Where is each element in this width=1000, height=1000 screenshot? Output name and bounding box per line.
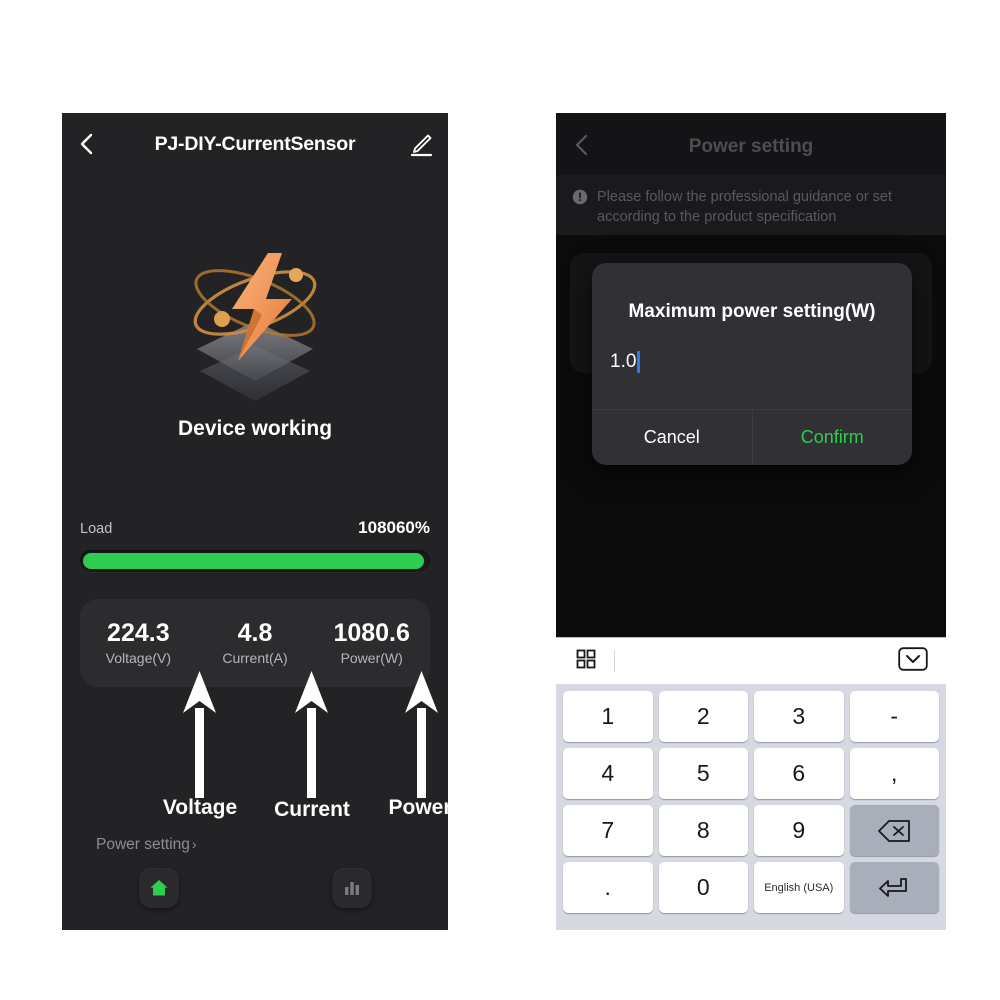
metrics-card: 224.3 Voltage(V) 4.8 Current(A) 1080.6 P…	[80, 599, 430, 687]
key-7[interactable]: 7	[563, 805, 653, 856]
metric-power: 1080.6 Power(W)	[313, 618, 430, 667]
right-header-bar: Power setting	[556, 113, 946, 175]
numeric-keyboard: 1 2 3 - 4 5 6 , 7 8 9 . 0 English (USA)	[556, 637, 946, 930]
backspace-icon	[878, 819, 911, 842]
page-title: Power setting	[688, 136, 814, 157]
load-label: Load	[80, 521, 113, 537]
page-title: PJ-DIY-CurrentSensor	[154, 132, 356, 155]
text-caret	[637, 351, 640, 373]
notice-banner: Please follow the professional guidance …	[556, 175, 946, 235]
pencil-edit-icon[interactable]	[408, 133, 434, 157]
bottom-nav	[62, 860, 448, 916]
key-9[interactable]: 9	[754, 805, 844, 856]
key-6[interactable]: 6	[754, 748, 844, 799]
key-1[interactable]: 1	[563, 691, 653, 742]
apps-grid-icon[interactable]	[576, 649, 596, 674]
metric-value: 224.3	[107, 618, 170, 647]
key-5[interactable]: 5	[658, 748, 748, 799]
key-0[interactable]: 0	[658, 862, 748, 913]
toolbar-divider	[614, 650, 615, 672]
keyboard-row: 4 5 6 ,	[560, 745, 942, 802]
info-exclamation-icon	[572, 189, 588, 235]
key-language[interactable]: English (USA)	[754, 862, 844, 913]
annotation-label-current: Current	[274, 798, 350, 821]
home-icon	[150, 880, 167, 896]
annotation-label-power: Power	[388, 796, 448, 819]
metric-label: Power(W)	[340, 650, 403, 667]
metric-label: Voltage(V)	[105, 650, 172, 667]
max-power-dialog: Maximum power setting(W) 1.0 Cancel Conf…	[592, 263, 912, 465]
phone-screen-power-setting: Power setting Please follow the professi…	[556, 113, 946, 930]
key-backspace[interactable]	[849, 805, 939, 856]
load-progress-bar	[80, 550, 430, 572]
load-progress-fill	[83, 553, 424, 569]
key-2[interactable]: 2	[658, 691, 748, 742]
key-minus[interactable]: -	[849, 691, 939, 742]
key-8[interactable]: 8	[658, 805, 748, 856]
cancel-button[interactable]: Cancel	[592, 410, 752, 465]
nav-item-home[interactable]	[62, 860, 255, 916]
nav-item-statistics[interactable]	[255, 860, 448, 916]
chevron-right-icon: ›	[191, 836, 197, 852]
key-3[interactable]: 3	[754, 691, 844, 742]
hide-keyboard-chevron-down-icon[interactable]	[898, 646, 928, 676]
key-period[interactable]: .	[563, 862, 653, 913]
keyboard-toolbar	[556, 637, 946, 684]
bar-chart-icon	[344, 882, 359, 895]
power-setting-link[interactable]: Power setting ›	[96, 836, 197, 854]
max-power-input-value: 1.0	[610, 351, 637, 372]
device-status-text: Device working	[177, 417, 333, 440]
max-power-input[interactable]: 1.0	[592, 323, 912, 409]
keyboard-row: . 0 English (USA)	[560, 859, 942, 916]
key-4[interactable]: 4	[563, 748, 653, 799]
confirm-button[interactable]: Confirm	[751, 410, 913, 465]
phone-screen-device-detail: PJ-DIY-CurrentSensor Device working Load…	[62, 113, 448, 930]
hero-illustration	[62, 241, 448, 431]
left-header-bar: PJ-DIY-CurrentSensor	[62, 113, 448, 175]
load-value: 108060%	[358, 518, 430, 537]
key-comma[interactable]: ,	[849, 748, 939, 799]
load-row: Load 108060%	[80, 518, 430, 538]
annotation-label-voltage: Voltage	[162, 796, 238, 819]
keyboard-rows: 1 2 3 - 4 5 6 , 7 8 9 . 0 English (USA)	[556, 684, 946, 924]
metric-label: Current(A)	[222, 650, 288, 667]
metric-value: 1080.6	[333, 618, 410, 647]
notice-text: Please follow the professional guidance …	[597, 189, 893, 226]
nav-tile	[138, 868, 179, 908]
keyboard-row: 1 2 3 -	[560, 688, 942, 745]
metric-value: 4.8	[237, 618, 273, 647]
power-setting-label: Power setting	[96, 836, 190, 853]
dialog-title: Maximum power setting(W)	[628, 301, 876, 322]
dialog-actions: Cancel Confirm	[592, 409, 912, 465]
lightning-bolt-atom-icon	[193, 253, 317, 401]
nav-tile	[331, 868, 372, 908]
keyboard-row: 7 8 9	[560, 802, 942, 859]
metric-current: 4.8 Current(A)	[197, 618, 314, 667]
metric-voltage: 224.3 Voltage(V)	[80, 618, 197, 667]
key-enter[interactable]	[849, 862, 939, 913]
enter-icon	[879, 877, 908, 897]
